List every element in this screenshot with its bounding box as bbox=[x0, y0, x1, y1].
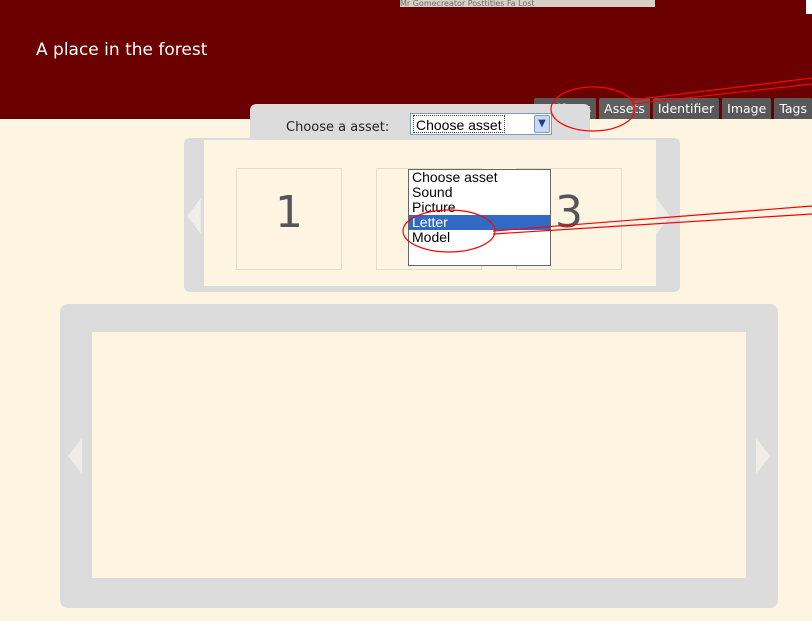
dropdown-option-highlighted[interactable]: Letter bbox=[409, 215, 550, 230]
viewer-content-area bbox=[92, 332, 746, 578]
asset-card[interactable]: 1 bbox=[236, 168, 342, 270]
asset-chooser-label: Choose a asset: bbox=[286, 120, 390, 135]
asset-select-dropdown[interactable]: Choose asset Sound Picture Letter Model bbox=[408, 169, 551, 266]
asset-select-value: Choose asset bbox=[413, 115, 505, 133]
dropdown-option[interactable]: Choose asset bbox=[409, 170, 550, 185]
chevron-down-icon[interactable]: ▼ bbox=[534, 115, 550, 133]
carousel-next-arrow-icon[interactable] bbox=[656, 198, 670, 234]
viewer-next-arrow-icon[interactable] bbox=[756, 438, 770, 474]
page-title: A place in the forest bbox=[36, 40, 208, 60]
tab-image[interactable]: Image bbox=[722, 98, 772, 119]
carousel-prev-arrow-icon[interactable] bbox=[187, 198, 201, 234]
tab-assets[interactable]: Assets bbox=[599, 98, 650, 119]
asset-select[interactable]: Choose asset ▼ bbox=[410, 113, 552, 135]
page-header: Mr Gomecreator Posttitles Fa Lost A plac… bbox=[0, 0, 812, 119]
dropdown-option[interactable]: Picture bbox=[409, 200, 550, 215]
asset-viewer bbox=[60, 304, 778, 608]
dropdown-option[interactable]: Model bbox=[409, 230, 550, 249]
tab-identifier[interactable]: Identifier bbox=[652, 98, 720, 119]
top-strip: Mr Gomecreator Posttitles Fa Lost bbox=[400, 0, 655, 7]
tab-tags[interactable]: Tags bbox=[774, 98, 812, 119]
dropdown-option[interactable]: Sound bbox=[409, 185, 550, 200]
card-number: 1 bbox=[275, 187, 303, 238]
corner-box bbox=[806, 0, 812, 14]
viewer-prev-arrow-icon[interactable] bbox=[68, 438, 82, 474]
